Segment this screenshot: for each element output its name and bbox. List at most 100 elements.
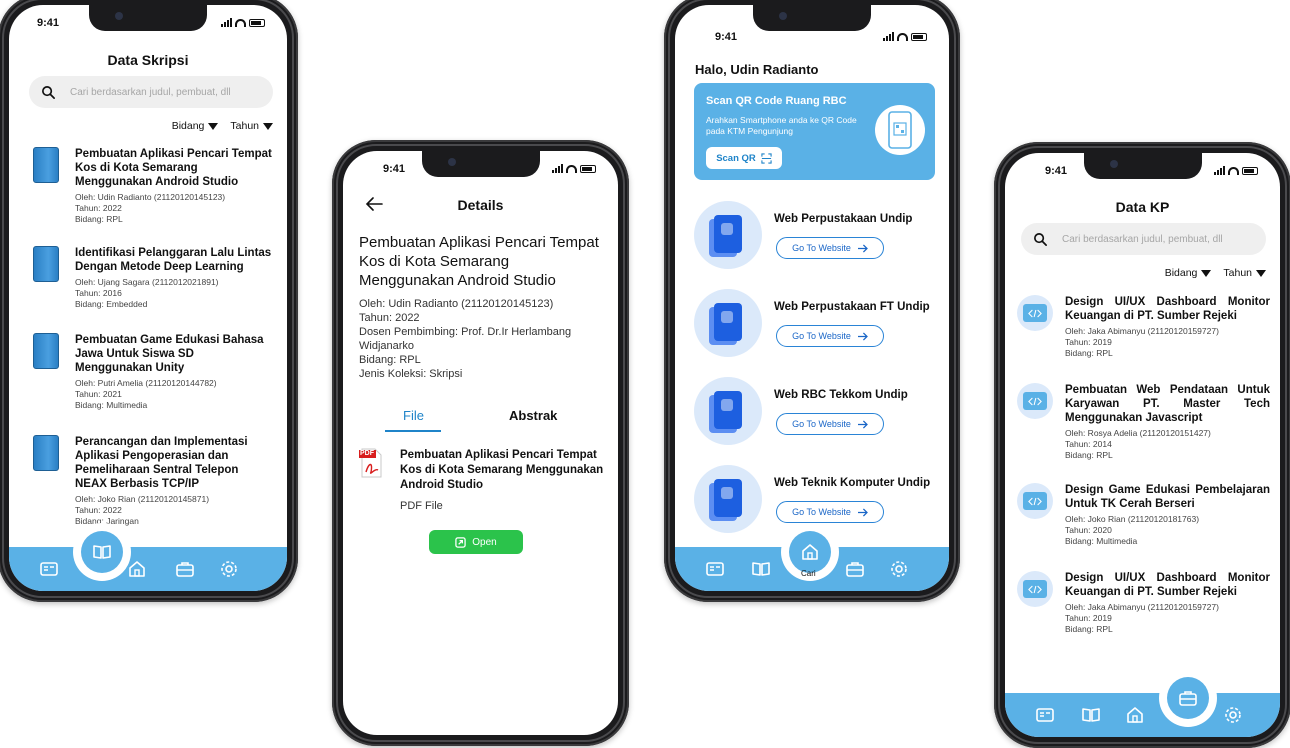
- phone-details: 9:41 Details Pembuatan Aplikasi Pencari …: [332, 140, 629, 746]
- search-bar[interactable]: [1021, 223, 1266, 255]
- tab-file[interactable]: File: [403, 408, 424, 423]
- wifi-icon: [897, 33, 908, 41]
- filter-tahun[interactable]: Tahun: [1223, 267, 1266, 279]
- book-icon: [33, 246, 59, 282]
- card-icon[interactable]: [705, 559, 725, 579]
- go-to-website-label: Go To Website: [792, 331, 851, 341]
- item-title: Design UI/UX Dashboard Monitor Keuangan …: [1065, 296, 1270, 322]
- list-item[interactable]: Design UI/UX Dashboard Monitor Keuangan …: [1017, 295, 1270, 359]
- go-to-website-button[interactable]: Go To Website: [776, 237, 884, 259]
- website-name: Web Perpustakaan FT Undip: [774, 301, 930, 313]
- list-item[interactable]: Perancangan dan Implementasi Aplikasi Pe…: [33, 435, 273, 527]
- search-icon: [42, 85, 55, 99]
- website-name: Web Perpustakaan Undip: [774, 213, 913, 225]
- gear-icon[interactable]: [1223, 705, 1243, 725]
- website-item: Web RBC Tekkom Undip Go To Website: [694, 377, 949, 447]
- list-item-text: Identifikasi Pelanggaran Lalu Lintas Den…: [75, 246, 273, 310]
- signal-icon: [883, 32, 894, 41]
- list-item-text: Pembuatan Web Pendataan Untuk Karyawan P…: [1065, 383, 1270, 461]
- caret-down-icon: [1201, 269, 1212, 277]
- item-year: Tahun: 2022: [75, 203, 122, 213]
- list-item[interactable]: Pembuatan Aplikasi Pencari Tempat Kos di…: [33, 147, 273, 225]
- item-field: Bidang: Embedded: [75, 299, 148, 309]
- pdf-icon: PDF: [359, 448, 383, 478]
- tab-abstract[interactable]: Abstrak: [509, 408, 557, 423]
- item-author: Oleh: Joko Rian (21120120181763): [1065, 514, 1200, 524]
- scan-qr-button[interactable]: Scan QR: [706, 147, 782, 169]
- phone-data-skripsi: 9:41 Data Skripsi Bidang Tahun Pembuatan…: [0, 0, 298, 602]
- notch: [89, 5, 207, 31]
- banner-title: Scan QR Code Ruang RBC: [706, 95, 847, 107]
- list-item-text: Pembuatan Game Edukasi Bahasa Jawa Untuk…: [75, 333, 273, 411]
- nav-active-bump[interactable]: [1159, 669, 1217, 727]
- briefcase-icon[interactable]: [175, 559, 195, 579]
- filter-tahun-label: Tahun: [1223, 267, 1252, 279]
- book-open-icon[interactable]: [751, 559, 771, 579]
- file-name[interactable]: Pembuatan Aplikasi Pencari Tempat Kos di…: [400, 448, 608, 493]
- signal-icon: [1214, 166, 1225, 175]
- item-author: Oleh: Jaka Abimanyu (21120120159727): [1065, 326, 1219, 336]
- notch: [753, 5, 871, 31]
- bottom-nav: Cari: [675, 523, 949, 591]
- open-button[interactable]: Open: [429, 530, 523, 554]
- list-item[interactable]: Design Game Edukasi Pembelajaran Untuk T…: [1017, 483, 1270, 547]
- search-input[interactable]: [1062, 233, 1252, 245]
- status-icons: [552, 164, 596, 173]
- scan-qr-label: Scan QR: [716, 152, 756, 164]
- phone-qr-illustration: [875, 105, 925, 155]
- home-icon[interactable]: [127, 559, 147, 579]
- file-type: PDF File: [400, 500, 443, 512]
- card-icon[interactable]: [1035, 705, 1055, 725]
- list-item-text: Perancangan dan Implementasi Aplikasi Pe…: [75, 435, 273, 527]
- arrow-right-icon: [857, 419, 868, 429]
- home-icon[interactable]: [1125, 705, 1145, 725]
- greeting: Halo, Udin Radianto: [695, 62, 819, 77]
- doc-author: Oleh: Udin Radianto (21120120145123): [359, 298, 554, 310]
- item-title: Pembuatan Aplikasi Pencari Tempat Kos di…: [75, 148, 272, 188]
- go-to-website-button[interactable]: Go To Website: [776, 501, 884, 523]
- status-time: 9:41: [37, 17, 60, 29]
- list-item[interactable]: Pembuatan Web Pendataan Untuk Karyawan P…: [1017, 383, 1270, 461]
- item-field: Bidang: RPL: [1065, 348, 1113, 358]
- book-open-icon[interactable]: [1081, 705, 1101, 725]
- go-to-website-button[interactable]: Go To Website: [776, 325, 884, 347]
- status-time: 9:41: [1045, 165, 1068, 177]
- item-year: Tahun: 2019: [1065, 337, 1112, 347]
- filter-tahun[interactable]: Tahun: [230, 120, 273, 132]
- nav-partial-label: Cari: [801, 569, 816, 578]
- doc-field: Bidang: RPL: [359, 354, 421, 366]
- search-bar[interactable]: [29, 76, 273, 108]
- filter-bidang-label: Bidang: [1164, 267, 1198, 279]
- list-item[interactable]: Identifikasi Pelanggaran Lalu Lintas Den…: [33, 246, 273, 310]
- screen: 9:41 Halo, Udin Radianto Scan QR Code Ru…: [675, 5, 949, 591]
- list-item[interactable]: Pembuatan Game Edukasi Bahasa Jawa Untuk…: [33, 333, 273, 411]
- list-item-text: Design UI/UX Dashboard Monitor Keuangan …: [1065, 295, 1270, 359]
- website-item: Web Perpustakaan FT Undip Go To Website: [694, 289, 949, 359]
- screen: 9:41 Data Skripsi Bidang Tahun Pembuatan…: [9, 5, 287, 591]
- item-field: Bidang: Multimedia: [75, 400, 148, 410]
- filter-bidang[interactable]: Bidang: [1165, 267, 1212, 279]
- list-item[interactable]: Design UI/UX Dashboard Monitor Keuangan …: [1017, 571, 1270, 635]
- filter-bidang[interactable]: Bidang: [172, 120, 219, 132]
- item-year: Tahun: 2022: [75, 505, 122, 515]
- item-author: Oleh: Joko Rian (21120120145871): [75, 494, 210, 504]
- card-icon[interactable]: [39, 559, 59, 579]
- home-icon: [802, 544, 818, 560]
- briefcase-icon[interactable]: [845, 559, 865, 579]
- status-time: 9:41: [715, 31, 738, 43]
- website-item: Web Perpustakaan Undip Go To Website: [694, 201, 949, 271]
- gear-icon[interactable]: [219, 559, 239, 579]
- qr-banner[interactable]: Scan QR Code Ruang RBC Arahkan Smartphon…: [694, 83, 935, 180]
- page-title: Details: [457, 197, 504, 213]
- open-button-label: Open: [472, 536, 497, 548]
- screen: 9:41 Details Pembuatan Aplikasi Pencari …: [343, 151, 618, 735]
- list-item-text: Design UI/UX Dashboard Monitor Keuangan …: [1065, 571, 1270, 635]
- item-author: Oleh: Rosya Adelia (21120120151427): [1065, 428, 1211, 438]
- nav-active-bump[interactable]: [73, 523, 131, 581]
- item-title: Perancangan dan Implementasi Aplikasi Pe…: [75, 436, 248, 490]
- go-to-website-button[interactable]: Go To Website: [776, 413, 884, 435]
- item-year: Tahun: 2019: [1065, 613, 1112, 623]
- filter-tahun-label: Tahun: [230, 120, 259, 132]
- search-input[interactable]: [70, 86, 260, 98]
- gear-icon[interactable]: [889, 559, 909, 579]
